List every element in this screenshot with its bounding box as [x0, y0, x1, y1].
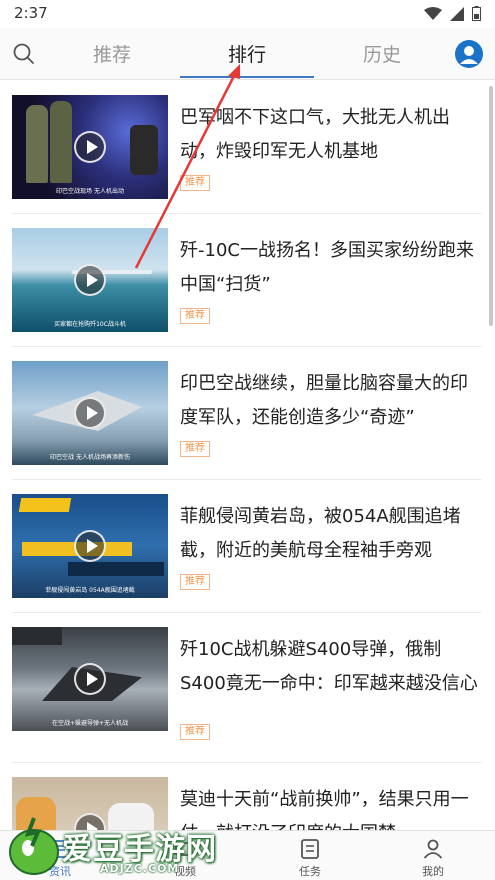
thumbnail-caption: 印巴空战现场 无人机出动 — [56, 188, 124, 195]
tab-ranking[interactable]: 排行 — [207, 40, 287, 67]
active-tab-indicator — [180, 76, 314, 78]
recommend-tag: 推荐 — [180, 574, 210, 590]
play-icon — [74, 530, 106, 562]
user-avatar-icon[interactable] — [455, 40, 483, 68]
news-title[interactable]: 菲舰侵闯黄岩岛，被054A舰围追堵截，附近的美航母全程袖手旁观 — [180, 500, 480, 568]
search-icon[interactable] — [12, 42, 36, 66]
list-item[interactable]: 印巴空战 无人机战场再添新伤 印巴空战继续，胆量比脑容量大的印度军队，还能创造多… — [12, 347, 482, 480]
play-icon — [74, 397, 106, 429]
thumbnail-caption: 菲舰侵闯黄岩岛 054A舰围追堵截 — [45, 587, 135, 594]
play-icon — [74, 131, 106, 163]
nav-tasks-label: 任务 — [299, 865, 321, 878]
status-icons — [424, 6, 481, 21]
news-title[interactable]: 印巴空战继续，胆量比脑容量大的印度军队，还能创造多少“奇迹” — [180, 367, 480, 435]
recommend-tag: 推荐 — [180, 441, 210, 457]
list-item[interactable]: 印巴空战现场 无人机出动 巴军咽不下这口气，大批无人机出动，炸毁印军无人机基地 … — [12, 81, 482, 214]
battery-icon — [472, 6, 481, 21]
news-title[interactable]: 巴军咽不下这口气，大批无人机出动，炸毁印军无人机基地 — [180, 101, 480, 169]
watermark-url: ADJZC.COM — [100, 862, 180, 875]
news-title[interactable]: 歼10C战机躲避S400导弹，俄制S400竟无一命中：印军越来越没信心 — [180, 633, 480, 701]
news-feed[interactable]: 印巴空战现场 无人机出动 巴军咽不下这口气，大批无人机出动，炸毁印军无人机基地 … — [0, 81, 495, 830]
video-thumbnail[interactable]: 买家都在抢购歼10C战斗机 — [12, 228, 168, 332]
tasks-icon — [301, 839, 319, 859]
list-item[interactable]: 菲舰侵闯黄岩岛 054A舰围追堵截 菲舰侵闯黄岩岛，被054A舰围追堵截，附近的… — [12, 480, 482, 613]
nav-mine[interactable]: 我的 — [403, 837, 463, 879]
tab-history[interactable]: 历史 — [342, 40, 422, 67]
play-icon — [74, 264, 106, 296]
recommend-tag: 推荐 — [180, 724, 210, 740]
list-item[interactable]: 在空战+躲避导弹+无人机战 歼10C战机躲避S400导弹，俄制S400竟无一命中… — [12, 613, 482, 763]
thumbnail-caption: 印巴空战 无人机战场再添新伤 — [50, 454, 130, 461]
thumbnail-caption: 在空战+躲避导弹+无人机战 — [51, 720, 129, 727]
video-thumbnail[interactable]: 在空战+躲避导弹+无人机战 — [12, 627, 168, 731]
top-tab-bar: 推荐 排行 历史 — [0, 28, 495, 80]
play-icon — [74, 663, 106, 695]
scrollbar[interactable] — [489, 86, 493, 326]
nav-tasks[interactable]: 任务 — [280, 837, 340, 879]
signal-icon — [450, 6, 464, 21]
thumbnail-caption: 买家都在抢购歼10C战斗机 — [54, 321, 126, 328]
wifi-icon — [424, 6, 442, 20]
video-thumbnail[interactable]: 菲舰侵闯黄岩岛 054A舰围追堵截 — [12, 494, 168, 598]
site-watermark: 爱豆手游网 ADJZC.COM — [0, 810, 250, 880]
video-thumbnail[interactable]: 印巴空战现场 无人机出动 — [12, 95, 168, 199]
nav-mine-label: 我的 — [422, 865, 444, 878]
profile-icon — [423, 839, 443, 859]
recommend-tag: 推荐 — [180, 308, 210, 324]
watermark-logo-icon — [9, 817, 59, 875]
video-thumbnail[interactable]: 印巴空战 无人机战场再添新伤 — [12, 361, 168, 465]
status-time: 2:37 — [14, 4, 48, 22]
status-bar: 2:37 — [0, 0, 495, 28]
recommend-tag: 推荐 — [180, 175, 210, 191]
list-item[interactable]: 买家都在抢购歼10C战斗机 歼-10C一战扬名！多国买家纷纷跑来中国“扫货” 推… — [12, 214, 482, 347]
tab-recommend[interactable]: 推荐 — [72, 40, 152, 67]
news-title[interactable]: 歼-10C一战扬名！多国买家纷纷跑来中国“扫货” — [180, 234, 480, 302]
